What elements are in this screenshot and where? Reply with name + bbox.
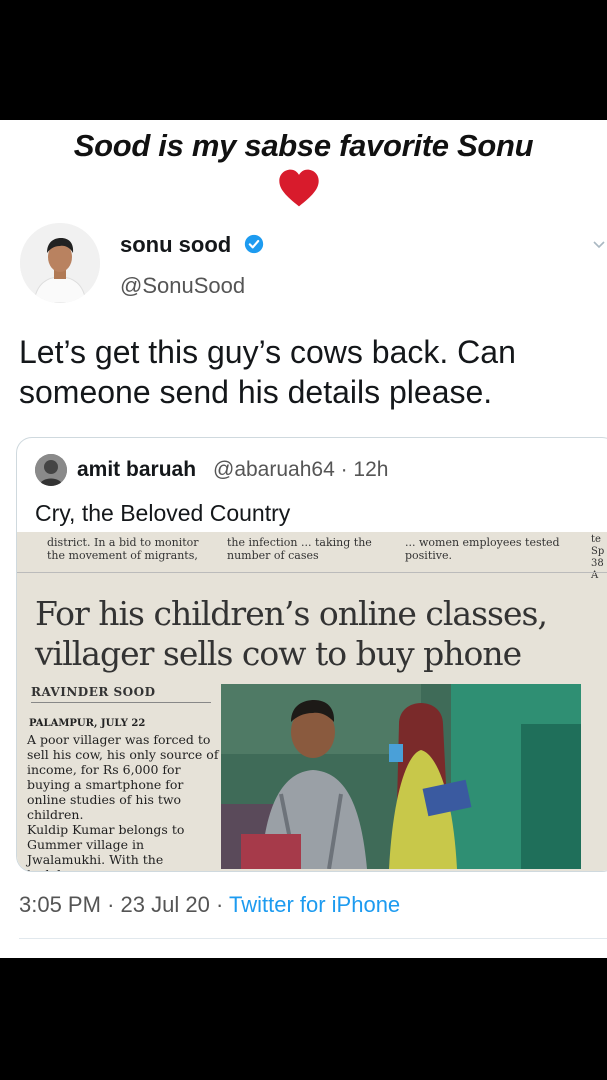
quoted-author-name[interactable]: amit baruah bbox=[77, 458, 196, 482]
quoted-author-avatar[interactable] bbox=[35, 454, 67, 486]
newspaper-photo bbox=[221, 684, 581, 869]
quoted-author-handle[interactable]: @abaruah64 · 12h bbox=[213, 458, 388, 482]
tweet-date[interactable]: 23 Jul 20 bbox=[121, 892, 210, 917]
tweet-text: Let’s get this guy’s cows back. Can some… bbox=[19, 334, 516, 410]
quoted-tweet[interactable]: amit baruah @abaruah64 · 12h Cry, the Be… bbox=[16, 437, 607, 872]
newspaper-top-right-text: ... women employees tested positive. bbox=[405, 536, 560, 562]
newspaper-headline: For his children’s online classes, villa… bbox=[35, 594, 548, 673]
meta-separator: · bbox=[107, 892, 115, 917]
heart-icon bbox=[279, 169, 319, 207]
author-avatar[interactable] bbox=[20, 223, 100, 303]
newspaper-edge-text: te Sp 38 A bbox=[591, 534, 605, 581]
chevron-down-icon[interactable] bbox=[592, 238, 606, 252]
article-text: A poor villager was forced to sell his c… bbox=[27, 732, 219, 871]
author-name[interactable]: sonu sood bbox=[120, 232, 231, 258]
byline-divider bbox=[31, 702, 211, 703]
author-handle[interactable]: @SonuSood bbox=[120, 273, 245, 299]
quoted-tweet-text: Cry, the Beloved Country bbox=[35, 500, 291, 526]
newspaper-rule bbox=[17, 572, 607, 573]
newspaper-article-body: A poor villager was forced to sell his c… bbox=[27, 732, 219, 871]
screenshot-card: Sood is my sabse favorite Sonu sonu sood… bbox=[0, 120, 607, 958]
newspaper-dateline: PALAMPUR, JULY 22 bbox=[29, 718, 146, 729]
tweet-time[interactable]: 3:05 PM bbox=[19, 892, 101, 917]
divider bbox=[19, 938, 607, 939]
newspaper-byline: RAVINDER SOOD bbox=[31, 685, 156, 699]
tweet-source-link[interactable]: Twitter for iPhone bbox=[229, 892, 400, 917]
verified-badge-icon bbox=[244, 234, 264, 254]
newspaper-top-left-text: district. In a bid to monitor the moveme… bbox=[47, 536, 199, 562]
meta-separator-2: · bbox=[215, 892, 224, 917]
tweet-metadata: 3:05 PM · 23 Jul 20 · Twitter for iPhone bbox=[19, 892, 400, 918]
newspaper-top-mid-text: the infection ... taking the number of c… bbox=[227, 536, 372, 562]
meme-caption: Sood is my sabse favorite Sonu bbox=[73, 128, 534, 163]
newspaper-clipping-image[interactable]: district. In a bid to monitor the moveme… bbox=[17, 532, 607, 871]
